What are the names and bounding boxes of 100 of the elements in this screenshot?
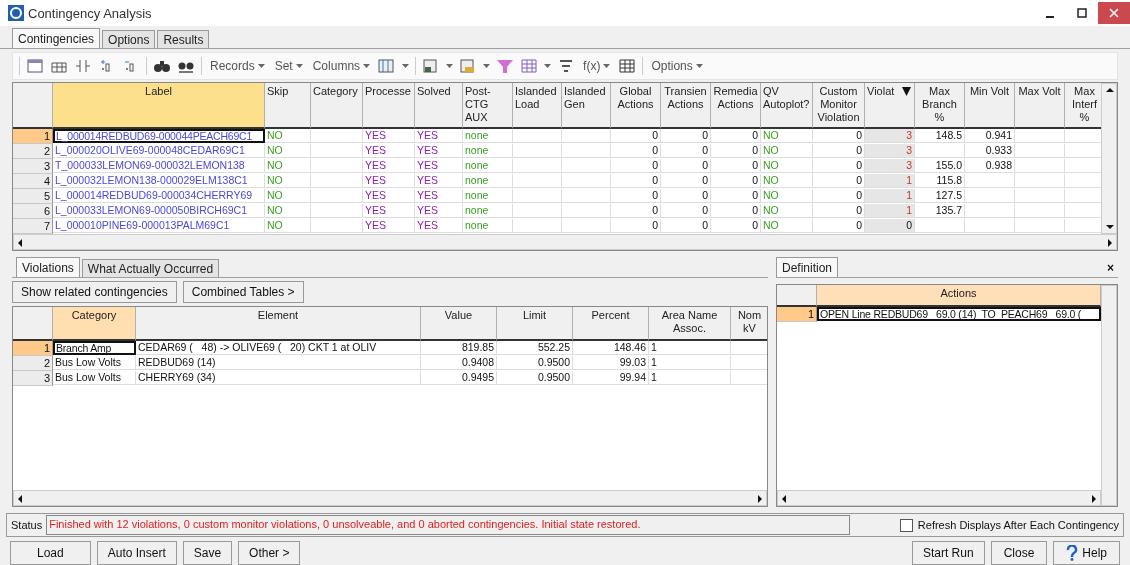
toolbar-menu[interactable]: Records	[208, 59, 267, 73]
table-cell: 0	[661, 219, 711, 233]
scroll-arrow-icon[interactable]	[1106, 237, 1114, 249]
row-number[interactable]: 2	[13, 356, 53, 371]
toolbar-menu[interactable]: f(x)	[581, 59, 613, 73]
action-button[interactable]: Load	[10, 541, 91, 565]
table-cell: 99.94	[573, 371, 649, 385]
row-number[interactable]: 1	[13, 341, 53, 356]
column-header[interactable]: Percent	[573, 307, 649, 341]
column-header[interactable]: Max Volt	[1015, 83, 1065, 129]
table-cell: 1	[865, 204, 915, 218]
scroll-arrow-icon[interactable]	[1104, 86, 1116, 94]
empty-cell	[562, 219, 611, 233]
column-header[interactable]: Remedia Actions	[711, 83, 761, 129]
binoculars-icon[interactable]	[153, 58, 171, 74]
toolbar-button[interactable]: Show related contingencies	[12, 281, 177, 303]
row-number[interactable]: 6	[13, 204, 53, 219]
column-header[interactable]: Solved	[415, 83, 463, 129]
row-number[interactable]: 3	[13, 159, 53, 174]
close-button[interactable]	[1098, 2, 1130, 24]
tab[interactable]: Contingencies	[12, 28, 101, 48]
row-number[interactable]: 1	[13, 129, 53, 144]
column-header[interactable]: Value	[421, 307, 497, 341]
row-number[interactable]: 7	[13, 219, 53, 234]
scroll-arrow-icon[interactable]	[1090, 493, 1098, 505]
row-number[interactable]: 5	[13, 189, 53, 204]
column-header[interactable]: Limit	[497, 307, 573, 341]
action-button[interactable]: Start Run	[911, 541, 985, 565]
vertical-scrollbar[interactable]	[1101, 83, 1117, 234]
table-cell: 0	[711, 189, 761, 203]
tab[interactable]: Violations	[16, 257, 80, 277]
column-header[interactable]: Islanded Gen	[562, 83, 611, 129]
empty-cell	[1015, 144, 1065, 158]
tab[interactable]: Definition	[776, 257, 839, 277]
column-header[interactable]: Skip	[265, 83, 311, 129]
grid-icon[interactable]	[618, 58, 637, 74]
column-header[interactable]: Category	[311, 83, 363, 129]
scroll-arrow-icon[interactable]	[16, 493, 24, 505]
row-number[interactable]: 1	[777, 307, 817, 322]
table-cell: 0.9495	[421, 371, 497, 385]
tab[interactable]: Options	[102, 30, 156, 48]
empty-cell	[562, 189, 611, 203]
column-header[interactable]: QV Autoplot?	[761, 83, 813, 129]
caret-icon	[295, 64, 303, 68]
empty-cell	[562, 174, 611, 188]
tab[interactable]: Results	[157, 30, 210, 48]
table-cell: YES	[363, 159, 415, 173]
column-header[interactable]: Actions	[817, 285, 1101, 307]
column-header[interactable]: Area Name Assoc.	[649, 307, 731, 341]
row-number[interactable]: 4	[13, 174, 53, 189]
table-cell: NO	[761, 144, 813, 158]
table-cell: REDBUD69 (14)	[136, 356, 421, 370]
horizontal-scrollbar[interactable]	[777, 490, 1101, 506]
action-button[interactable]: Other >	[238, 541, 301, 565]
row-number[interactable]: 2	[13, 144, 53, 159]
scroll-arrow-icon[interactable]	[16, 237, 24, 249]
table-cell: L_000033LEMON69-000050BIRCH69C1	[53, 204, 265, 218]
scroll-arrow-icon[interactable]	[780, 493, 788, 505]
toolbar-button[interactable]: Combined Tables >	[182, 281, 304, 303]
table-cell: 135.7	[915, 204, 965, 218]
columns-icon[interactable]	[378, 58, 397, 74]
column-header[interactable]: Custom Monitor Violation	[813, 83, 865, 129]
column-header[interactable]: Category	[53, 307, 136, 341]
column-header[interactable]: Transien Actions	[661, 83, 711, 129]
horizontal-scrollbar[interactable]	[13, 490, 767, 506]
scroll-arrow-icon[interactable]	[1104, 223, 1116, 231]
column-header[interactable]: Element	[136, 307, 421, 341]
close-button[interactable]: ×	[1103, 259, 1118, 277]
toolbar-menu[interactable]: Set	[272, 59, 305, 73]
grid-icon[interactable]	[520, 58, 539, 74]
toolbar-menu[interactable]: Options	[649, 59, 705, 73]
toolbar-menu[interactable]: Columns	[310, 59, 373, 73]
row-number[interactable]: 3	[13, 371, 53, 386]
table-icon[interactable]	[26, 58, 44, 74]
table-cell: T_000033LEMON69-000032LEMON138	[53, 159, 265, 173]
column-header[interactable]: Violat	[865, 83, 915, 129]
tab[interactable]: What Actually Occurred	[81, 259, 220, 277]
horizontal-scrollbar[interactable]	[13, 234, 1117, 250]
column-header[interactable]: Max Branch %	[915, 83, 965, 129]
action-button[interactable]: Close	[990, 541, 1048, 565]
column-header[interactable]: Label	[53, 83, 265, 129]
filter-icon[interactable]	[496, 58, 515, 74]
column-header[interactable]: Post-CTG AUX	[463, 83, 513, 129]
scroll-arrow-icon[interactable]	[756, 493, 764, 505]
column-header[interactable]: Islanded Load	[513, 83, 562, 129]
column-header[interactable]: Global Actions	[611, 83, 661, 129]
column-header[interactable]: Nom kV	[731, 307, 767, 341]
table-cell: NO	[265, 174, 311, 188]
column-header[interactable]: Processe	[363, 83, 415, 129]
caret-icon	[402, 64, 410, 68]
caret-icon	[257, 64, 265, 68]
vertical-scrollbar[interactable]	[1101, 285, 1117, 506]
action-button[interactable]: Save	[182, 541, 233, 565]
table-cell: YES	[415, 219, 463, 233]
help-button[interactable]: Help	[1053, 541, 1120, 565]
empty-cell	[513, 219, 562, 233]
column-header[interactable]: Min Volt	[965, 83, 1015, 129]
action-button[interactable]: Auto Insert	[96, 541, 177, 565]
column-header[interactable]: Max Interf %	[1065, 83, 1101, 129]
checkbox[interactable]	[899, 518, 913, 532]
